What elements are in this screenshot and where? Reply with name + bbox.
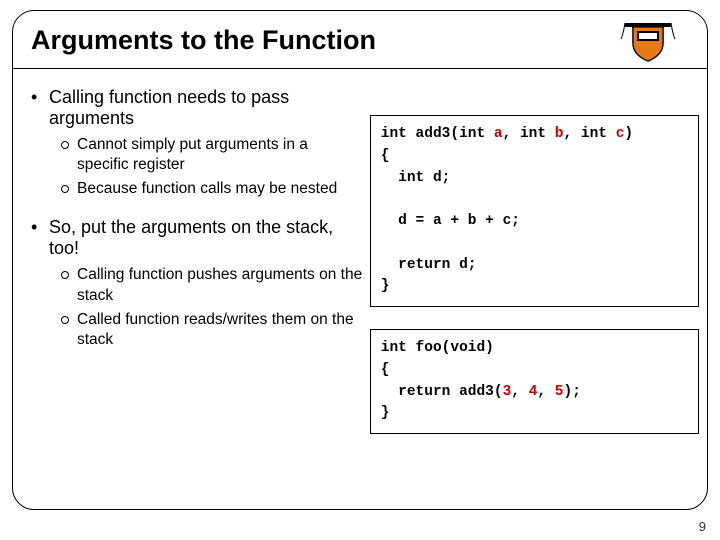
- content-area: Calling function needs to pass arguments…: [13, 69, 707, 466]
- bullet-main-2: So, put the arguments on the stack, too!: [31, 217, 364, 259]
- bullet-sub-1b: Because function calls may be nested: [61, 179, 364, 199]
- sublist-1: Cannot simply put arguments in a specifi…: [61, 135, 364, 199]
- code-line: {: [381, 362, 390, 378]
- code-text: , int: [564, 126, 616, 142]
- right-column: int add3(int a, int b, int c) { int d; d…: [370, 87, 699, 456]
- slide-title: Arguments to the Function: [31, 25, 376, 56]
- code-text: );: [564, 384, 581, 400]
- bullet-sub-1a: Cannot simply put arguments in a specifi…: [61, 135, 364, 175]
- code-line: return add3(3, 4, 5);: [381, 384, 581, 400]
- crest-icon: [619, 17, 677, 65]
- code-text: int add3(int: [381, 126, 494, 142]
- sublist-2: Calling function pushes arguments on the…: [61, 265, 364, 350]
- code-line: int add3(int a, int b, int c): [381, 126, 633, 142]
- code-line: d = a + b + c;: [381, 213, 520, 229]
- code-arg-5: 5: [555, 384, 564, 400]
- code-box-add3: int add3(int a, int b, int c) { int d; d…: [370, 115, 699, 307]
- code-line: }: [381, 278, 390, 294]
- bullet-sub-2a: Calling function pushes arguments on the…: [61, 265, 364, 305]
- left-column: Calling function needs to pass arguments…: [21, 87, 364, 456]
- code-text: ,: [511, 384, 528, 400]
- code-text: , int: [503, 126, 555, 142]
- code-arg-3: 3: [503, 384, 512, 400]
- code-text: ): [624, 126, 633, 142]
- code-line: {: [381, 148, 390, 164]
- bullet-main-1: Calling function needs to pass arguments: [31, 87, 364, 129]
- code-line: int d;: [381, 170, 451, 186]
- code-text: ,: [537, 384, 554, 400]
- page-number: 9: [699, 519, 706, 534]
- code-param-b: b: [555, 126, 564, 142]
- code-text: return add3(: [381, 384, 503, 400]
- code-line: int foo(void): [381, 340, 494, 356]
- slide-frame: Arguments to the Function Calling functi…: [12, 10, 708, 510]
- code-box-foo: int foo(void) { return add3(3, 4, 5); }: [370, 329, 699, 434]
- code-param-a: a: [494, 126, 503, 142]
- code-line: return d;: [381, 257, 477, 273]
- title-bar: Arguments to the Function: [13, 11, 707, 69]
- bullet-sub-2b: Called function reads/writes them on the…: [61, 310, 364, 350]
- code-line: }: [381, 405, 390, 421]
